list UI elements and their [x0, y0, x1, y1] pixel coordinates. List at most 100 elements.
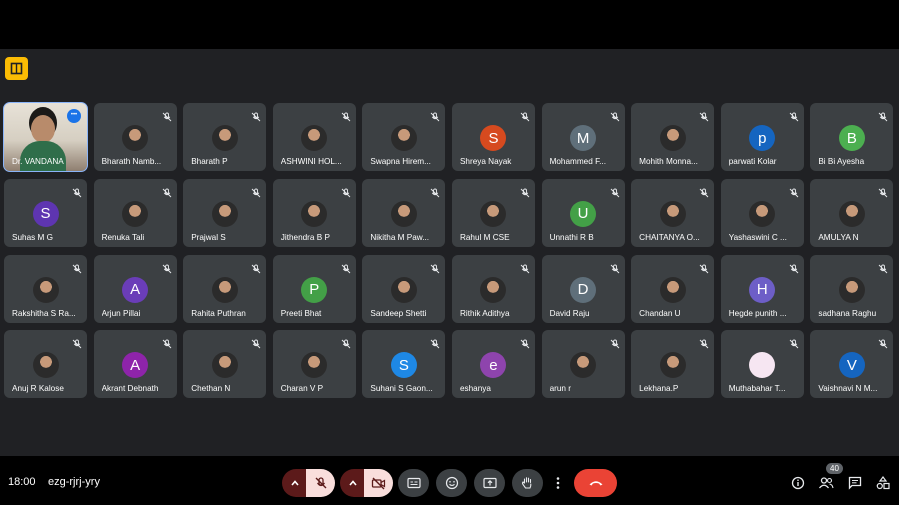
- participant-tile[interactable]: Chandan U: [631, 254, 715, 323]
- avatar: [480, 276, 507, 303]
- participant-tile[interactable]: Mohith Monna...: [631, 103, 715, 171]
- participant-tile[interactable]: Yashaswini C ...: [720, 178, 804, 247]
- participant-tile[interactable]: Swapna Hirem...: [362, 103, 446, 171]
- participant-tile[interactable]: S Shreya Nayak: [451, 103, 535, 171]
- participant-tile[interactable]: Rahul M CSE: [451, 178, 535, 247]
- participant-tile[interactable]: Anuj R Kalose: [4, 330, 87, 399]
- reactions-button[interactable]: [436, 469, 467, 497]
- avatar: [570, 352, 597, 379]
- participant-tile[interactable]: p parwati Kolar: [720, 103, 804, 171]
- participant-tile[interactable]: A Akrant Debnath: [93, 330, 177, 399]
- companion-mode-icon[interactable]: [5, 57, 28, 80]
- participant-tile[interactable]: Sandeep Shetti: [362, 254, 446, 323]
- participant-name: Preeti Bhat: [280, 308, 322, 318]
- avatar: [32, 352, 59, 379]
- mic-muted-icon: [341, 336, 351, 349]
- participant-tile[interactable]: Bharath P: [183, 103, 267, 171]
- participant-name: Prajwal S: [191, 232, 226, 242]
- participant-tile[interactable]: Prajwal S: [183, 178, 267, 247]
- participant-tile[interactable]: V Vaishnavi N M...: [810, 330, 894, 399]
- meeting-details-icon[interactable]: [790, 475, 806, 491]
- avatar: [301, 352, 328, 379]
- mic-muted-icon: [610, 185, 620, 198]
- participant-tile[interactable]: P Preeti Bhat: [272, 254, 356, 323]
- people-icon[interactable]: [818, 475, 834, 491]
- mic-off-icon: [315, 477, 326, 489]
- participant-tile[interactable]: sadhana Raghu: [810, 254, 894, 323]
- avatar: [211, 276, 238, 303]
- participant-tile[interactable]: arun r: [541, 330, 625, 399]
- participant-name: Bi Bi Ayesha: [818, 157, 865, 166]
- mic-muted-icon: [610, 109, 620, 122]
- participant-tile[interactable]: Lekhana.P: [631, 330, 715, 399]
- avatar: [659, 200, 686, 227]
- participant-tile[interactable]: AMULYA N: [810, 178, 894, 247]
- leave-call-button[interactable]: [574, 469, 617, 497]
- participant-tile[interactable]: Chethan N: [183, 330, 267, 399]
- avatar: [390, 276, 417, 303]
- tile-options-icon[interactable]: •••: [67, 109, 81, 123]
- present-screen-button[interactable]: [474, 469, 505, 497]
- participant-tile[interactable]: H Hegde punith ...: [720, 254, 804, 323]
- self-video-tile[interactable]: ••• Dr. VANDANA: [3, 102, 88, 172]
- participant-name: Rahul M CSE: [459, 232, 510, 242]
- mic-muted-icon: [878, 185, 888, 198]
- participant-name: Rakshitha S Ra...: [12, 308, 76, 318]
- avatar: [390, 125, 417, 151]
- participant-tile[interactable]: Bharath Namb...: [93, 103, 177, 171]
- mic-muted-icon: [789, 336, 799, 349]
- participant-name: Mohammed F...: [549, 157, 606, 166]
- mic-muted-icon: [341, 109, 351, 122]
- more-options-button[interactable]: [545, 469, 571, 497]
- video-options-chevron-icon[interactable]: [340, 469, 366, 497]
- avatar: S: [32, 200, 59, 227]
- captions-button[interactable]: [398, 469, 429, 497]
- participant-tile[interactable]: Rithik Adithya: [451, 254, 535, 323]
- participant-tile[interactable]: CHAITANYA O...: [631, 178, 715, 247]
- participant-tile[interactable]: B Bi Bi Ayesha: [810, 103, 894, 171]
- participant-tile[interactable]: Muthabahar T...: [720, 330, 804, 399]
- participant-tile[interactable]: Charan V P: [272, 330, 356, 399]
- participant-name: Chandan U: [639, 308, 681, 318]
- raise-hand-button[interactable]: [512, 469, 543, 497]
- avatar: [301, 125, 328, 151]
- audio-options-chevron-icon[interactable]: [282, 469, 308, 497]
- mic-muted-icon: [430, 109, 440, 122]
- avatar: [211, 352, 238, 379]
- participant-name: Akrant Debnath: [101, 384, 159, 394]
- participant-name: Hegde punith ...: [728, 308, 787, 318]
- avatar: [211, 200, 238, 227]
- participant-tile[interactable]: Nikitha M Paw...: [362, 178, 446, 247]
- mic-muted-icon: [610, 261, 620, 273]
- emoji-icon: [445, 476, 458, 490]
- participant-tile[interactable]: M Mohammed F...: [541, 103, 625, 171]
- mic-muted-icon: [520, 336, 530, 349]
- avatar: S: [390, 352, 417, 379]
- participant-name: Vaishnavi N M...: [818, 384, 878, 394]
- participant-tile[interactable]: D David Raju: [541, 254, 625, 323]
- participant-tile[interactable]: U Unnathi R B: [541, 178, 625, 247]
- mic-off-button[interactable]: [306, 469, 335, 497]
- present-icon: [482, 477, 497, 488]
- chat-icon[interactable]: [847, 475, 863, 491]
- mic-muted-icon: [162, 109, 172, 122]
- participant-name: arun r: [549, 384, 571, 394]
- avatar: [659, 352, 686, 379]
- activities-icon[interactable]: [875, 475, 891, 491]
- participant-tile[interactable]: Rakshitha S Ra...: [4, 254, 87, 323]
- participant-count-badge: 40: [826, 463, 843, 474]
- participant-name: Nikitha M Paw...: [370, 232, 430, 242]
- participant-name: Rithik Adithya: [459, 308, 510, 318]
- mic-muted-icon: [878, 109, 888, 122]
- camera-off-button[interactable]: [364, 469, 393, 497]
- mic-muted-icon: [430, 261, 440, 273]
- participant-tile[interactable]: ASHWINI HOL...: [272, 103, 356, 171]
- participant-tile[interactable]: e eshanya: [451, 330, 535, 399]
- participant-tile[interactable]: S Suhas M G: [4, 178, 87, 247]
- participant-tile[interactable]: A Arjun Pillai: [93, 254, 177, 323]
- participant-tile[interactable]: S Suhani S Gaon...: [362, 330, 446, 399]
- participant-tile[interactable]: Rahita Puthran: [183, 254, 267, 323]
- participant-tile[interactable]: Renuka Tali: [93, 178, 177, 247]
- participant-tile[interactable]: Jithendra B P: [272, 178, 356, 247]
- mic-muted-icon: [699, 261, 709, 273]
